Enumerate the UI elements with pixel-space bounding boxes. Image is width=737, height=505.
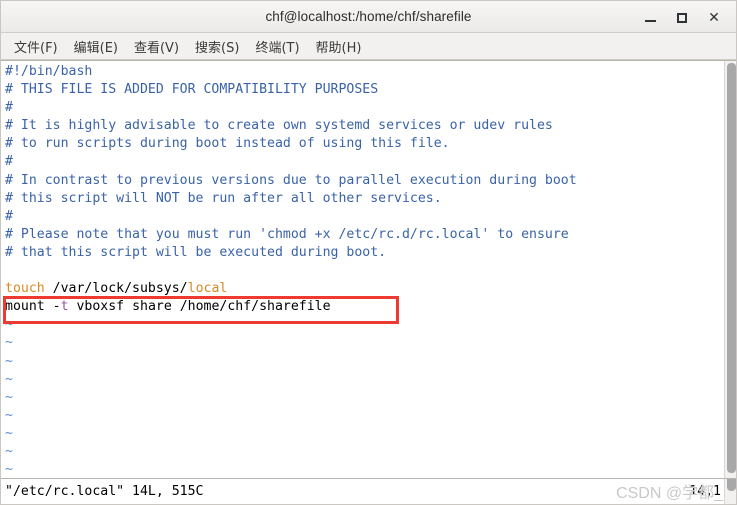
status-cursor-group: 14,1 [689,484,721,499]
editor-line: ~ [5,407,724,425]
menu-item-terminal[interactable]: 终端(T) [248,35,306,58]
editor-line-segment: ~ [5,335,13,351]
window-controls: ✕ [634,1,730,34]
editor-line-segment: local [187,281,228,297]
editor-line: ~ [5,334,724,352]
editor-line-segment: # THIS FILE IS ADDED FOR COMPATIBILITY P… [5,82,379,98]
terminal-window: chf@localhost:/home/chf/sharefile ✕ 文件(F… [0,0,737,505]
editor-line-segment: ~ [5,425,13,441]
editor-line-segment: # In contrast to previous versions due t… [5,172,577,188]
editor-line: #!/bin/bash [5,63,724,81]
terminal-scrollbar[interactable] [724,61,737,478]
editor-line-segment: vboxsf share /home/chf/sharefile [68,299,331,315]
editor-line: # Please note that you must run 'chmod +… [5,226,724,244]
editor-line-segment: touch [5,281,45,297]
window-title: chf@localhost:/home/chf/sharefile [265,9,472,24]
editor-line: # THIS FILE IS ADDED FOR COMPATIBILITY P… [5,81,724,99]
editor-line-segment: /var/lock/subsys/ [44,281,188,297]
menu-item-view[interactable]: 查看(V) [127,35,186,58]
editor-line-segment: ~ [5,317,13,333]
editor-line: touch /var/lock/subsys/local [5,280,724,298]
editor-line: # In contrast to previous versions due t… [5,172,724,190]
editor-line-segment: # [5,208,13,224]
close-icon: ✕ [708,9,720,26]
editor-line-segment: - [52,299,61,315]
title-bar: chf@localhost:/home/chf/sharefile ✕ [0,0,737,33]
menu-item-file[interactable]: 文件(F) [7,35,65,58]
editor-line: ~ [5,443,724,461]
editor-line: # to run scripts during boot instead of … [5,135,724,153]
editor-line-segment: # this script will NOT be run after all … [5,190,442,206]
editor-line-segment: # Please note that you must run 'chmod +… [5,226,569,242]
editor-line-segment: mount [5,299,53,315]
editor-line: ~ [5,461,724,478]
maximize-icon [677,12,687,23]
editor-line: ~ [5,389,724,407]
editor-line-segment: # [5,100,13,116]
editor-line-segment: #!/bin/bash [5,64,93,79]
editor-line-segment: ~ [5,353,13,369]
editor-line-segment: ~ [5,389,13,405]
scrollbar-bottom-cap[interactable] [724,479,737,505]
editor-line: # [5,99,724,117]
minimize-icon [644,20,656,22]
editor-line-segment: ~ [5,407,13,423]
editor-line: # that this script will be executed duri… [5,244,724,262]
menu-item-edit[interactable]: 编辑(E) [67,35,125,58]
menu-bar: 文件(F) 编辑(E) 查看(V) 搜索(S) 终端(T) 帮助(H) [0,33,737,60]
editor-line: ~ [5,353,724,371]
editor-line-segment: ~ [5,443,13,459]
status-bar: "/etc/rc.local" 14L, 515C 14,1 CSDN @学都_ [0,478,737,505]
editor-line: # [5,208,724,226]
editor-line-segment: ~ [5,371,13,387]
editor-line-segment: # [5,154,13,170]
minimize-button[interactable] [634,4,666,32]
editor-line-segment: # to run scripts during boot instead of … [5,136,450,152]
scrollbar-thumb[interactable] [727,63,736,473]
status-file-info: "/etc/rc.local" 14L, 515C [5,484,204,499]
editor-line: ~ [5,371,724,389]
editor-line: ~ [5,425,724,443]
menu-item-help[interactable]: 帮助(H) [309,35,369,58]
editor-text-area[interactable]: #!/bin/bash # THIS FILE IS ADDED FOR COMP… [3,61,724,478]
editor-line: # this script will NOT be run after all … [5,190,724,208]
editor-line: ~ [5,316,724,334]
close-button[interactable]: ✕ [698,4,730,32]
editor-line-segment: # that this script will be executed duri… [5,244,387,260]
terminal-area[interactable]: #!/bin/bash # THIS FILE IS ADDED FOR COMP… [0,60,737,478]
status-cursor-position: 14,1 [689,484,721,499]
editor-line-segment: ~ [5,462,13,478]
maximize-button[interactable] [666,4,698,32]
scrollbar-thumb-bottom[interactable] [727,479,736,491]
editor-line: # [5,153,724,171]
editor-line: mount -t vboxsf share /home/chf/sharefil… [5,298,724,316]
editor-line-segment: t [60,299,69,315]
editor-line: # It is highly advisable to create own s… [5,117,724,135]
editor-line-segment: # It is highly advisable to create own s… [5,118,553,134]
menu-item-search[interactable]: 搜索(S) [188,35,246,58]
